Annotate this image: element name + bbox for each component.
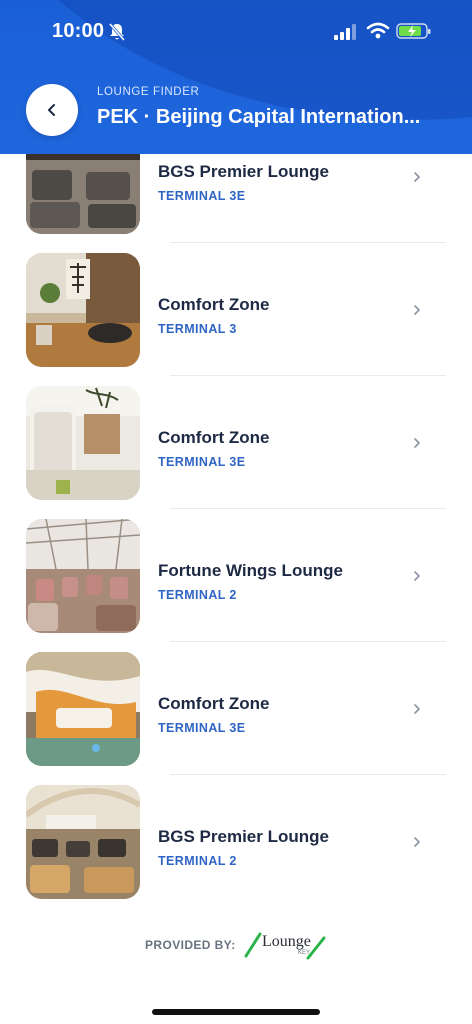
lounge-thumbnail bbox=[26, 785, 140, 899]
chevron-right-icon bbox=[414, 704, 420, 714]
lounge-list: BGS Premier Lounge TERMINAL 3E Comfort Z… bbox=[0, 110, 472, 908]
lounge-name: Comfort Zone bbox=[158, 295, 270, 314]
chevron-right-icon bbox=[414, 438, 420, 448]
back-button[interactable] bbox=[26, 84, 78, 136]
home-indicator[interactable] bbox=[152, 1009, 320, 1015]
lounge-thumbnail bbox=[26, 652, 140, 766]
lounge-row[interactable]: Comfort Zone TERMINAL 3 bbox=[0, 243, 472, 376]
lounge-thumbnail bbox=[26, 253, 140, 367]
lounge-terminal: TERMINAL 3 bbox=[158, 322, 237, 336]
wifi-icon bbox=[366, 22, 390, 39]
lounge-row[interactable]: Comfort Zone TERMINAL 3E bbox=[0, 642, 472, 775]
svg-text:Lounge: Lounge bbox=[262, 933, 311, 950]
lounge-terminal: TERMINAL 3E bbox=[158, 455, 246, 469]
chevron-right-icon bbox=[414, 172, 420, 182]
lounge-name: BGS Premier Lounge bbox=[158, 827, 329, 846]
header: 10:00 LOUNGE FINDER PEK · Beijing Capita… bbox=[0, 0, 472, 154]
lounge-name: Fortune Wings Lounge bbox=[158, 561, 343, 580]
lounge-terminal: TERMINAL 3E bbox=[158, 721, 246, 735]
lounge-thumbnail bbox=[26, 519, 140, 633]
lounge-row[interactable]: Comfort Zone TERMINAL 3E bbox=[0, 376, 472, 509]
lounge-terminal: TERMINAL 2 bbox=[158, 588, 237, 602]
lounge-name: Comfort Zone bbox=[158, 694, 270, 713]
signal-icon bbox=[334, 24, 356, 40]
lounge-terminal: TERMINAL 2 bbox=[158, 854, 237, 868]
chevron-right-icon bbox=[414, 305, 420, 315]
chevron-right-icon bbox=[414, 571, 420, 581]
provided-by-label: PROVIDED BY: bbox=[145, 938, 236, 952]
lounge-row[interactable]: Fortune Wings Lounge TERMINAL 2 bbox=[0, 509, 472, 642]
chevron-left-icon bbox=[48, 104, 55, 116]
status-time: 10:00 bbox=[52, 20, 105, 42]
status-bar: 10:00 bbox=[0, 0, 472, 62]
svg-text:KEY: KEY bbox=[298, 950, 310, 956]
header-eyebrow: LOUNGE FINDER bbox=[97, 86, 200, 98]
lounge-thumbnail bbox=[26, 386, 140, 500]
battery-charging-icon bbox=[396, 23, 431, 39]
chevron-right-icon bbox=[414, 837, 420, 847]
lounge-name: Comfort Zone bbox=[158, 428, 270, 447]
page-title: PEK · Beijing Capital Internation... bbox=[97, 106, 421, 128]
lounge-name: BGS Premier Lounge bbox=[158, 162, 329, 181]
lounge-terminal: TERMINAL 3E bbox=[158, 189, 246, 203]
bell-slash-icon bbox=[108, 23, 126, 41]
lounge-row[interactable]: BGS Premier Lounge TERMINAL 2 bbox=[0, 775, 472, 908]
loungekey-logo: Lounge KEY bbox=[244, 932, 326, 960]
